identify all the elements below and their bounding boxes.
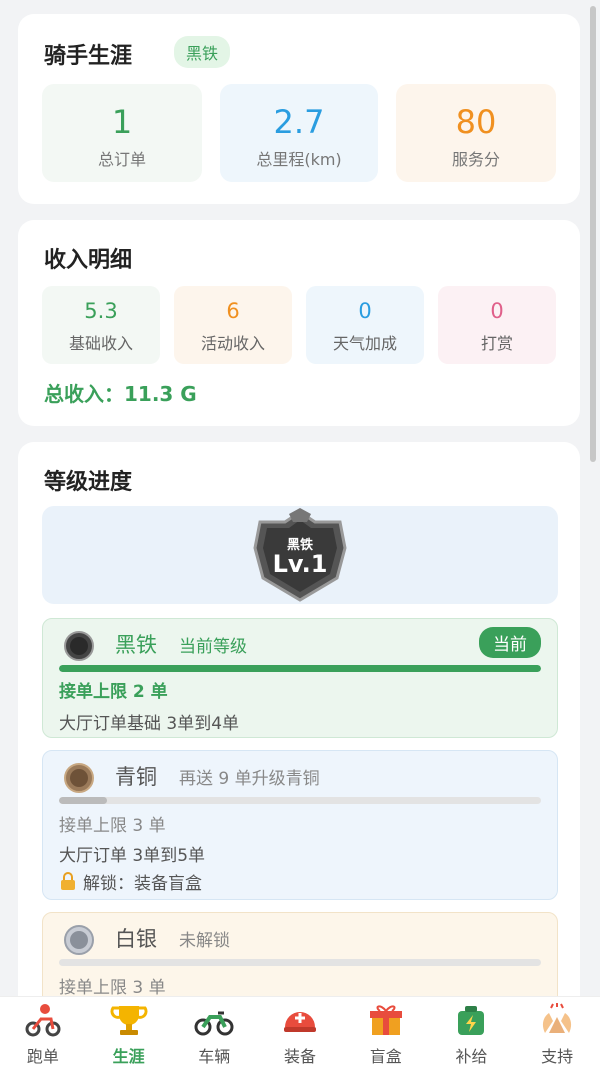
stat-total-orders: 1 总订单 — [42, 84, 202, 182]
bike-rider-icon — [25, 1004, 61, 1037]
level-sub: 未解锁 — [179, 931, 230, 951]
stat-label: 服务分 — [451, 150, 500, 169]
tab-label: 装备 — [284, 1047, 317, 1066]
clapping-hands-icon — [543, 1003, 572, 1033]
main-scroll-area[interactable]: 骑手生涯 黑铁 1 总订单 2.7 总里程(km) 80 服务分 收入明细 5.… — [0, 0, 600, 996]
level-progress-bar — [59, 797, 541, 804]
lock-icon — [61, 872, 75, 890]
level-sub: 当前等级 — [179, 637, 247, 657]
level-card: 等级进度 黑铁 Lv.1 黑铁 当前等级 当前 接单上限 2 单 大厅订单基础 … — [18, 442, 580, 996]
hall-orders: 大厅订单基础 3单到4单 — [59, 714, 240, 734]
income-value: 5.3 — [84, 299, 118, 323]
income-weather: 0 天气加成 — [306, 286, 424, 364]
income-base: 5.3 基础收入 — [42, 286, 160, 364]
stat-service-score: 80 服务分 — [396, 84, 556, 182]
income-label: 基础收入 — [68, 334, 133, 353]
tab-blind-box[interactable]: 盲盒 — [343, 997, 429, 1066]
income-value: 6 — [226, 299, 240, 323]
hall-orders: 大厅订单 3单到5单 — [59, 846, 206, 866]
level-emblem-panel: 黑铁 Lv.1 — [42, 506, 558, 604]
tab-run-orders[interactable]: 跑单 — [0, 997, 86, 1066]
income-title: 收入明细 — [44, 248, 133, 273]
gift-box-icon — [369, 1005, 402, 1035]
tab-label: 盲盒 — [369, 1047, 402, 1066]
level-progress-bar — [59, 665, 541, 672]
level-name: 青铜 — [115, 765, 157, 789]
income-card: 收入明细 5.3 基础收入 6 活动收入 0 天气加成 0 打赏 总收入：11.… — [18, 220, 580, 426]
tab-equipment[interactable]: 装备 — [257, 997, 343, 1066]
level-sub: 再送 9 单升级青铜 — [179, 769, 320, 789]
bronze-badge-icon — [64, 763, 94, 793]
tab-vehicle[interactable]: 车辆 — [171, 997, 257, 1066]
motorcycle-icon — [194, 1011, 234, 1036]
battery-supply-icon — [458, 1006, 485, 1035]
income-activity: 6 活动收入 — [174, 286, 292, 364]
stat-value: 1 — [111, 103, 133, 141]
level-progress-bar — [59, 959, 541, 966]
order-limit: 接单上限 3 单 — [59, 978, 166, 996]
stat-total-mileage: 2.7 总里程(km) — [220, 84, 378, 182]
emblem-level-text: Lv.1 — [272, 550, 328, 578]
level-name: 黑铁 — [115, 633, 157, 657]
income-tips: 0 打赏 — [438, 286, 556, 364]
tab-supply[interactable]: 补给 — [429, 997, 515, 1066]
level-name: 白银 — [115, 927, 157, 951]
unlock-reward: 解锁：装备盲盒 — [83, 874, 202, 894]
level-item-silver[interactable]: 白银 未解锁 接单上限 3 单 — [42, 912, 558, 996]
income-value: 0 — [358, 299, 372, 323]
tab-support[interactable]: 支持 — [514, 997, 600, 1066]
level-progress-fill — [59, 665, 541, 672]
tab-label: 补给 — [455, 1047, 488, 1066]
level-title: 等级进度 — [44, 470, 133, 495]
income-label: 打赏 — [480, 334, 513, 353]
income-label: 天气加成 — [332, 334, 397, 353]
income-total: 总收入：11.3 G — [44, 382, 197, 406]
tab-label: 生涯 — [112, 1047, 145, 1066]
income-label: 活动收入 — [200, 334, 265, 353]
helmet-icon — [284, 1012, 317, 1032]
stat-value: 2.7 — [273, 103, 325, 141]
scrollbar[interactable] — [590, 6, 596, 462]
career-card: 骑手生涯 黑铁 1 总订单 2.7 总里程(km) 80 服务分 — [18, 14, 580, 204]
silver-badge-icon — [64, 925, 94, 955]
tab-label: 车辆 — [198, 1047, 231, 1066]
stat-label: 总订单 — [97, 150, 146, 169]
tab-label: 跑单 — [26, 1047, 59, 1066]
career-title: 骑手生涯 — [44, 44, 133, 69]
trophy-icon — [110, 1006, 148, 1035]
black-iron-badge-icon — [64, 631, 94, 661]
stat-label: 总里程(km) — [256, 150, 342, 169]
level-item-bronze[interactable]: 青铜 再送 9 单升级青铜 接单上限 3 单 大厅订单 3单到5单 解锁：装备盲… — [42, 750, 558, 900]
order-limit: 接单上限 3 单 — [59, 816, 166, 836]
order-limit: 接单上限 2 单 — [59, 682, 168, 702]
level-item-black-iron[interactable]: 黑铁 当前等级 当前 接单上限 2 单 大厅订单基础 3单到4单 — [42, 618, 558, 738]
stat-value: 80 — [455, 103, 497, 141]
tier-badge: 黑铁 — [174, 36, 231, 68]
tab-label: 支持 — [541, 1047, 574, 1066]
current-level-badge: 当前 — [479, 627, 541, 658]
income-value: 0 — [490, 299, 504, 323]
level-progress-fill — [59, 797, 108, 804]
tab-career[interactable]: 生涯 — [86, 997, 172, 1066]
bottom-tab-bar: 跑单 生涯 车辆 装备 盲盒 补给 支持 — [0, 996, 600, 1066]
